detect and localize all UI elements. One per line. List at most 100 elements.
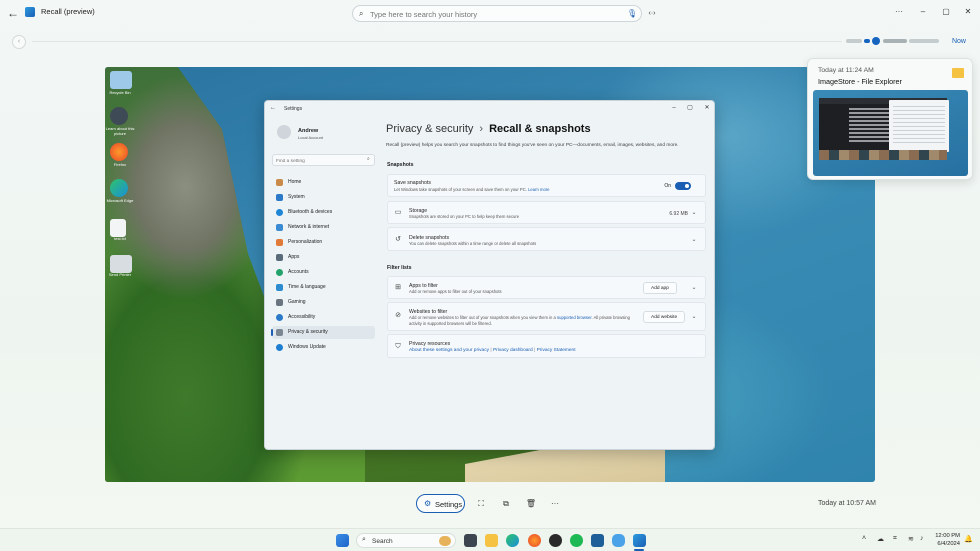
settings-minimize-button[interactable]: –	[667, 103, 681, 113]
websites-filter-card[interactable]: ⊘ Websites to filter Add or remove websi…	[387, 302, 706, 331]
websites-filter-desc: Add or remove websites to filter out of …	[409, 315, 630, 326]
settings-close-button[interactable]: ✕	[700, 103, 714, 113]
snapshot-preview-card[interactable]: Today at 11:24 AM ImageStore - File Expl…	[807, 58, 973, 180]
edge-icon[interactable]	[506, 534, 519, 547]
chevron-up-icon[interactable]: ˄	[862, 535, 866, 542]
nav-item-system[interactable]: System	[272, 191, 375, 204]
breadcrumb-parent[interactable]: Privacy & security	[386, 123, 473, 135]
clock-time: 12:00 PM	[935, 533, 960, 539]
chevron-down-icon[interactable]: ⌄	[689, 312, 699, 322]
maximize-button[interactable]: ▢	[937, 4, 955, 20]
supported-browser-link[interactable]: supported browser	[557, 315, 591, 320]
nav-item-gaming[interactable]: Gaming	[272, 296, 375, 309]
settings-window[interactable]: ← Settings – ▢ ✕ Andrew Local Account ⌕ …	[264, 100, 715, 450]
settings-button[interactable]: ⚙ Settings	[416, 494, 465, 513]
avatar[interactable]	[277, 125, 291, 139]
firefox-icon[interactable]	[110, 143, 128, 161]
find-setting-input[interactable]	[276, 157, 361, 165]
more-actions-icon[interactable]: ···	[546, 495, 564, 513]
privacy-resources-card: ⛉ Privacy resources About these settings…	[387, 334, 706, 358]
timeline-previous-button[interactable]: ‹	[12, 35, 26, 49]
timeline-track[interactable]	[32, 41, 842, 42]
settings-back-button[interactable]: ←	[270, 105, 276, 111]
copy-icon[interactable]: ⧉	[497, 495, 515, 513]
nav-item-windows-update[interactable]: Windows Update	[272, 341, 375, 354]
gamepad-icon	[276, 299, 283, 306]
firefox-icon[interactable]	[528, 534, 541, 547]
privacy-statement-link[interactable]: Privacy Statement	[537, 348, 576, 353]
nav-item-bluetooth[interactable]: Bluetooth & devices	[272, 206, 375, 219]
cloud-icon[interactable]: ☁	[877, 535, 884, 543]
volume-icon[interactable]: ♪	[920, 535, 924, 542]
save-snapshots-desc: Let Windows take snapshots of your scree…	[394, 187, 550, 192]
nav-item-personalization[interactable]: Personalization	[272, 236, 375, 249]
timeline-current-marker[interactable]	[872, 37, 880, 45]
storage-card[interactable]: ▭ Storage Snapshots are stored on your P…	[387, 201, 706, 224]
headphones-app-icon[interactable]	[549, 534, 562, 547]
nav-item-accessibility[interactable]: Accessibility	[272, 311, 375, 324]
back-button[interactable]: ←	[6, 6, 20, 20]
settings-button-label: Settings	[435, 500, 463, 509]
history-search-box[interactable]: ⌕ 🎙	[352, 5, 642, 22]
apps-filter-card[interactable]: ⊞ Apps to filter Add or remove apps to f…	[387, 276, 706, 299]
title-bar: ← Recall (preview) ⌕ 🎙 ‹·› ··· – ▢ ✕	[0, 0, 980, 26]
chevron-down-icon[interactable]: ⌄	[689, 208, 699, 218]
privacy-links: About these settings and your privacy | …	[409, 348, 576, 353]
chevron-down-icon[interactable]: ⌄	[689, 283, 699, 293]
now-button[interactable]: Now	[946, 35, 972, 49]
more-options-button[interactable]: ···	[890, 4, 908, 20]
user-name: Andrew	[298, 128, 319, 134]
settings-maximize-button[interactable]: ▢	[683, 103, 697, 113]
desktop-icon-label: Send Printer	[108, 272, 132, 277]
notification-bell-icon[interactable]: 🔔	[964, 535, 973, 543]
minimize-button[interactable]: –	[914, 4, 932, 20]
file-explorer-icon[interactable]	[485, 534, 498, 547]
taskbar-search[interactable]: ⌕ Search	[356, 533, 456, 548]
nav-item-privacy-security[interactable]: Privacy & security	[271, 326, 375, 339]
nav-item-time-language[interactable]: Time & language	[272, 281, 375, 294]
privacy-dashboard-link[interactable]: Privacy dashboard	[493, 348, 533, 353]
recall-taskbar-icon[interactable]	[633, 534, 646, 547]
shield-icon	[276, 329, 283, 336]
onedrive-icon[interactable]	[612, 534, 625, 547]
nav-item-network[interactable]: Network & internet	[272, 221, 375, 234]
learn-picture-icon[interactable]	[110, 107, 128, 125]
system-clock[interactable]: 12:00 PM 6/4/2024	[934, 532, 960, 548]
nav-item-home[interactable]: Home	[272, 176, 375, 189]
recycle-bin-icon[interactable]	[110, 71, 132, 89]
timeline-segment[interactable]	[846, 39, 862, 43]
spotify-icon[interactable]	[570, 534, 583, 547]
printer-icon[interactable]	[110, 255, 132, 273]
microphone-icon[interactable]: 🎙	[627, 9, 637, 19]
about-privacy-link[interactable]: About these settings and your privacy	[409, 348, 489, 353]
start-icon[interactable]	[336, 534, 349, 547]
apps-grid-icon: ⊞	[395, 284, 401, 291]
breadcrumb-separator: ›	[479, 123, 484, 135]
task-view-icon[interactable]	[464, 534, 477, 547]
nav-item-apps[interactable]: Apps	[272, 251, 375, 264]
nav-item-accounts[interactable]: Accounts	[272, 266, 375, 279]
desktop-icon-label: Learn about this picture	[105, 126, 135, 136]
timeline-segment[interactable]	[909, 39, 939, 43]
wifi-icon[interactable]: ≋	[908, 535, 914, 543]
edge-icon[interactable]	[110, 179, 128, 197]
chevron-down-icon[interactable]: ⌄	[689, 235, 699, 245]
network-tray-icon[interactable]: ⌗	[893, 535, 897, 543]
folder-icon	[952, 68, 964, 78]
find-setting-box[interactable]: ⌕	[272, 154, 375, 166]
preview-thumbnail[interactable]	[813, 90, 968, 176]
history-search-input[interactable]	[370, 8, 620, 20]
learn-more-link[interactable]: Learn more	[528, 187, 549, 192]
close-button[interactable]: ✕	[959, 4, 977, 20]
app-icon[interactable]	[591, 534, 604, 547]
delete-snapshots-card[interactable]: ↺ Delete snapshots You can delete snapsh…	[387, 227, 706, 251]
text-file-icon[interactable]	[110, 219, 126, 237]
code-toggle-icon[interactable]: ‹·›	[646, 8, 658, 20]
screen-capture-icon[interactable]: ⛶	[472, 495, 490, 513]
timeline-segment[interactable]	[864, 39, 870, 43]
add-website-button[interactable]: Add website	[643, 311, 686, 323]
delete-icon[interactable]: 🗑	[522, 495, 540, 513]
save-snapshots-toggle[interactable]	[675, 182, 691, 190]
timeline-segment[interactable]	[883, 39, 907, 43]
add-app-button[interactable]: Add app	[643, 282, 677, 294]
